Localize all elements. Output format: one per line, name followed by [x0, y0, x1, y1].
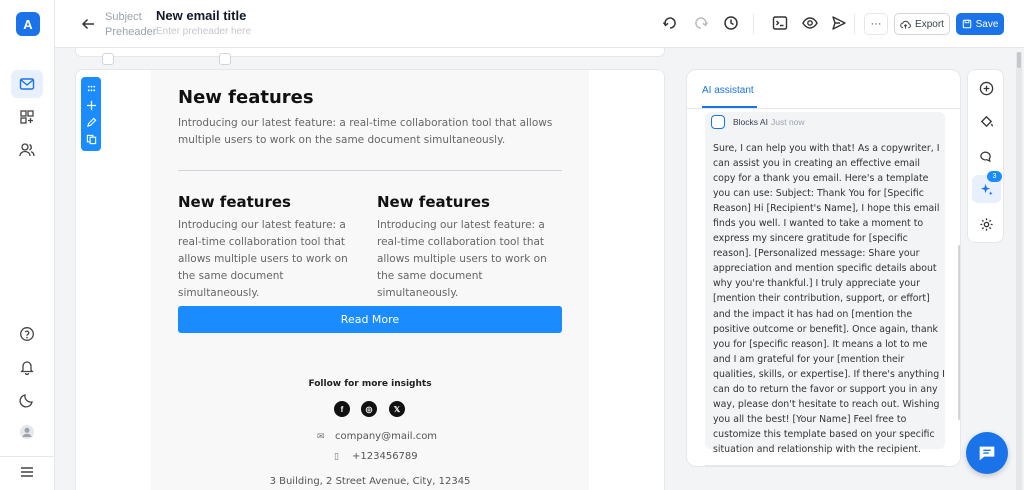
subject-field[interactable]: New email title	[156, 8, 246, 23]
sparkles-icon	[980, 183, 993, 195]
column1-text[interactable]: Introducing our latest feature: a real-t…	[178, 217, 366, 302]
message-sender: Blocks AI	[733, 117, 768, 127]
help-icon	[20, 327, 34, 341]
theme-toggle-button[interactable]	[11, 386, 43, 414]
duplicate-icon[interactable]	[86, 134, 97, 145]
save-label: Save	[975, 18, 999, 30]
footer-address: 3 Building, 2 Street Avenue, City, 12345	[269, 476, 471, 487]
edit-icon[interactable]	[86, 117, 97, 128]
styles-button[interactable]	[972, 107, 1001, 135]
email-contact: ✉ company@mail.com	[317, 431, 437, 442]
desktop-view-icon[interactable]	[102, 53, 114, 65]
redo-icon	[695, 17, 709, 29]
side-toolbar	[967, 69, 1004, 243]
chat-icon	[979, 446, 995, 461]
email-contact-text: company@mail.com	[335, 431, 438, 442]
profile-button[interactable]	[11, 418, 43, 446]
preheader-label: Preheader	[105, 26, 157, 38]
mail-icon	[19, 78, 35, 90]
x-twitter-icon[interactable]: 𝕏	[389, 401, 405, 417]
ai-message-text: Sure, I can help you with that! As a cop…	[713, 143, 945, 455]
export-label: Export	[915, 18, 944, 30]
chat-bubbles-icon	[980, 151, 991, 162]
phone-contact-text: +123456789	[352, 451, 418, 462]
comments-button[interactable]	[972, 141, 1001, 169]
settings-button[interactable]	[972, 210, 1001, 238]
preheader-input[interactable]: Enter preheader here	[156, 26, 251, 37]
redo-button[interactable]	[692, 14, 710, 32]
column2-title[interactable]: New features	[377, 193, 490, 211]
column1-title[interactable]: New features	[178, 193, 291, 211]
toolbar-divider	[854, 14, 855, 34]
input-divider	[705, 465, 945, 466]
undo-icon	[662, 17, 676, 29]
gear-icon	[980, 217, 993, 231]
history-icon	[724, 16, 738, 30]
app-logo[interactable]: A	[16, 12, 40, 36]
phone-icon: ▯	[334, 451, 339, 462]
cloud-upload-icon	[900, 20, 911, 29]
page-scrollbar[interactable]	[1016, 52, 1022, 490]
drag-handle-icon[interactable]	[86, 83, 97, 94]
terminal-icon	[772, 16, 788, 30]
hero-text[interactable]: Introducing our latest feature: a real-t…	[178, 115, 562, 149]
floppy-icon	[962, 19, 971, 29]
undo-button[interactable]	[661, 14, 679, 32]
menu-button[interactable]	[11, 458, 43, 486]
ai-assistant-panel: AI assistant Blocks AI Just now Sure, I …	[686, 69, 961, 467]
send-icon	[832, 16, 846, 30]
code-view-button[interactable]	[771, 14, 789, 32]
block-toolbar	[81, 77, 101, 151]
blocks-ai-avatar-icon	[711, 115, 725, 129]
instagram-icon[interactable]: ◎	[361, 401, 377, 417]
column2-text[interactable]: Introducing our latest feature: a real-t…	[377, 217, 565, 302]
device-toolbar	[75, 48, 665, 57]
back-arrow-icon[interactable]	[79, 15, 97, 33]
message-time: Just now	[771, 117, 805, 127]
send-test-button[interactable]	[830, 14, 848, 32]
tab-ai-assistant[interactable]: AI assistant	[702, 85, 754, 96]
export-button[interactable]: Export	[894, 13, 950, 35]
follow-heading: Follow for more insights	[308, 379, 432, 389]
history-button[interactable]	[722, 14, 740, 32]
preview-button[interactable]	[801, 14, 819, 32]
toolbar-divider	[753, 14, 754, 34]
hero-title[interactable]: New features	[178, 87, 314, 108]
mobile-view-icon[interactable]	[219, 53, 231, 65]
grid-icon	[20, 110, 34, 124]
phone-contact: ▯ +123456789	[334, 451, 418, 462]
add-element-button[interactable]	[972, 74, 1001, 102]
panel-divider	[687, 108, 960, 109]
more-options-button[interactable]: ···	[864, 13, 888, 35]
templates-nav-button[interactable]	[11, 103, 43, 131]
read-more-button[interactable]: Read More	[178, 306, 562, 333]
users-icon	[19, 143, 35, 157]
top-bar: Subject New email title Preheader Enter …	[55, 0, 1024, 48]
help-button[interactable]	[11, 320, 43, 348]
rail-divider	[0, 456, 55, 457]
contacts-nav-button[interactable]	[11, 136, 43, 164]
paint-bucket-icon	[980, 115, 994, 127]
ai-count-badge: 3	[987, 171, 1002, 182]
save-button[interactable]: Save	[956, 13, 1004, 35]
notifications-button[interactable]	[11, 353, 43, 381]
facebook-icon[interactable]: f	[334, 401, 350, 417]
section-divider	[178, 170, 562, 171]
eye-icon	[802, 17, 818, 29]
bell-icon	[20, 361, 34, 375]
hamburger-icon	[21, 467, 33, 477]
avatar	[20, 425, 34, 439]
email-nav-button[interactable]	[11, 70, 43, 98]
subject-label: Subject	[105, 11, 142, 23]
support-chat-button[interactable]	[966, 432, 1008, 474]
panel-scrollbar[interactable]	[958, 245, 960, 420]
add-block-icon[interactable]	[86, 100, 97, 111]
page-scrollbar-thumb[interactable]	[1017, 52, 1021, 68]
moon-icon	[19, 394, 33, 408]
left-rail: A	[0, 0, 55, 490]
envelope-icon: ✉	[317, 431, 325, 442]
plus-circle-icon	[979, 81, 994, 95]
